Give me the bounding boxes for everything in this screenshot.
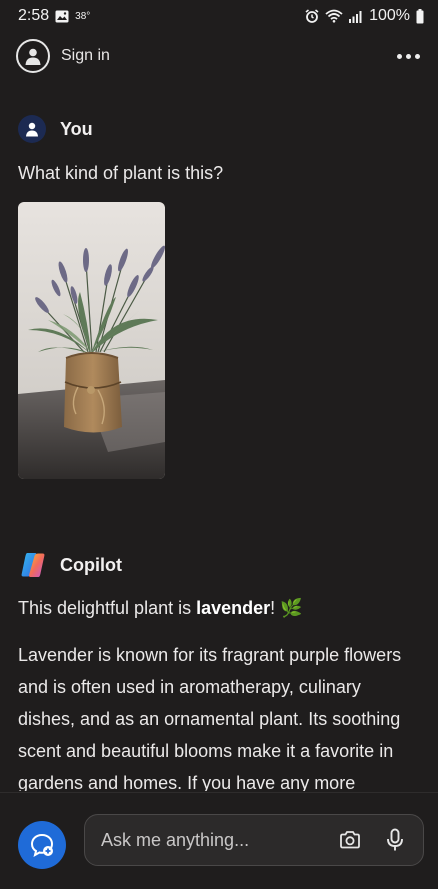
user-name: You bbox=[60, 118, 93, 139]
status-temperature: 38° bbox=[75, 10, 91, 22]
assistant-body-text: Lavender is known for its fragrant purpl… bbox=[18, 645, 402, 791]
status-right: 100% bbox=[305, 7, 424, 25]
more-options-button[interactable] bbox=[393, 46, 424, 67]
status-bar: 2:58 38° 100% bbox=[0, 0, 438, 32]
status-time: 2:58 bbox=[18, 7, 50, 24]
camera-button[interactable] bbox=[335, 825, 364, 855]
account-icon bbox=[25, 48, 41, 65]
signal-icon bbox=[349, 10, 363, 23]
more-icon-dot bbox=[397, 53, 402, 59]
sign-in-link[interactable]: Sign in bbox=[61, 47, 110, 65]
battery-level: 100% bbox=[369, 7, 410, 24]
more-icon-dot bbox=[406, 53, 411, 59]
new-chat-button[interactable] bbox=[18, 821, 66, 869]
microphone-icon bbox=[386, 828, 403, 851]
composer-area bbox=[0, 792, 438, 889]
copilot-logo-icon bbox=[21, 553, 45, 577]
battery-icon bbox=[416, 8, 424, 24]
more-icon-dot bbox=[415, 53, 420, 59]
gallery-icon bbox=[55, 10, 69, 23]
user-avatar bbox=[18, 115, 46, 143]
wifi-icon bbox=[325, 9, 343, 23]
chat-input-box bbox=[84, 814, 424, 866]
assistant-message-header: Copilot bbox=[18, 550, 122, 580]
assistant-intro-text: This delightful plant is lavender! 🌿 bbox=[18, 592, 420, 624]
new-chat-icon bbox=[30, 833, 54, 857]
user-message-header: You bbox=[18, 115, 93, 143]
account-button[interactable] bbox=[16, 39, 50, 73]
assistant-intro-suffix: ! 🌿 bbox=[270, 598, 303, 618]
microphone-button[interactable] bbox=[380, 825, 409, 855]
attached-plant-photo[interactable] bbox=[18, 202, 165, 479]
chat-input[interactable] bbox=[99, 828, 335, 852]
app-bar: Sign in bbox=[0, 36, 438, 76]
copilot-chat-screen: 2:58 38° 100% Sign in You What kind of p… bbox=[0, 0, 438, 889]
alarm-icon bbox=[305, 9, 319, 23]
plant-photo-image bbox=[18, 202, 165, 479]
plant-name-bold: lavender bbox=[196, 598, 271, 618]
camera-icon bbox=[339, 831, 360, 849]
user-message-text: What kind of plant is this? bbox=[18, 163, 224, 183]
assistant-name: Copilot bbox=[60, 554, 122, 575]
person-icon bbox=[26, 122, 38, 136]
status-left: 2:58 38° bbox=[18, 7, 90, 25]
assistant-intro-prefix: This delightful plant is bbox=[18, 598, 197, 618]
